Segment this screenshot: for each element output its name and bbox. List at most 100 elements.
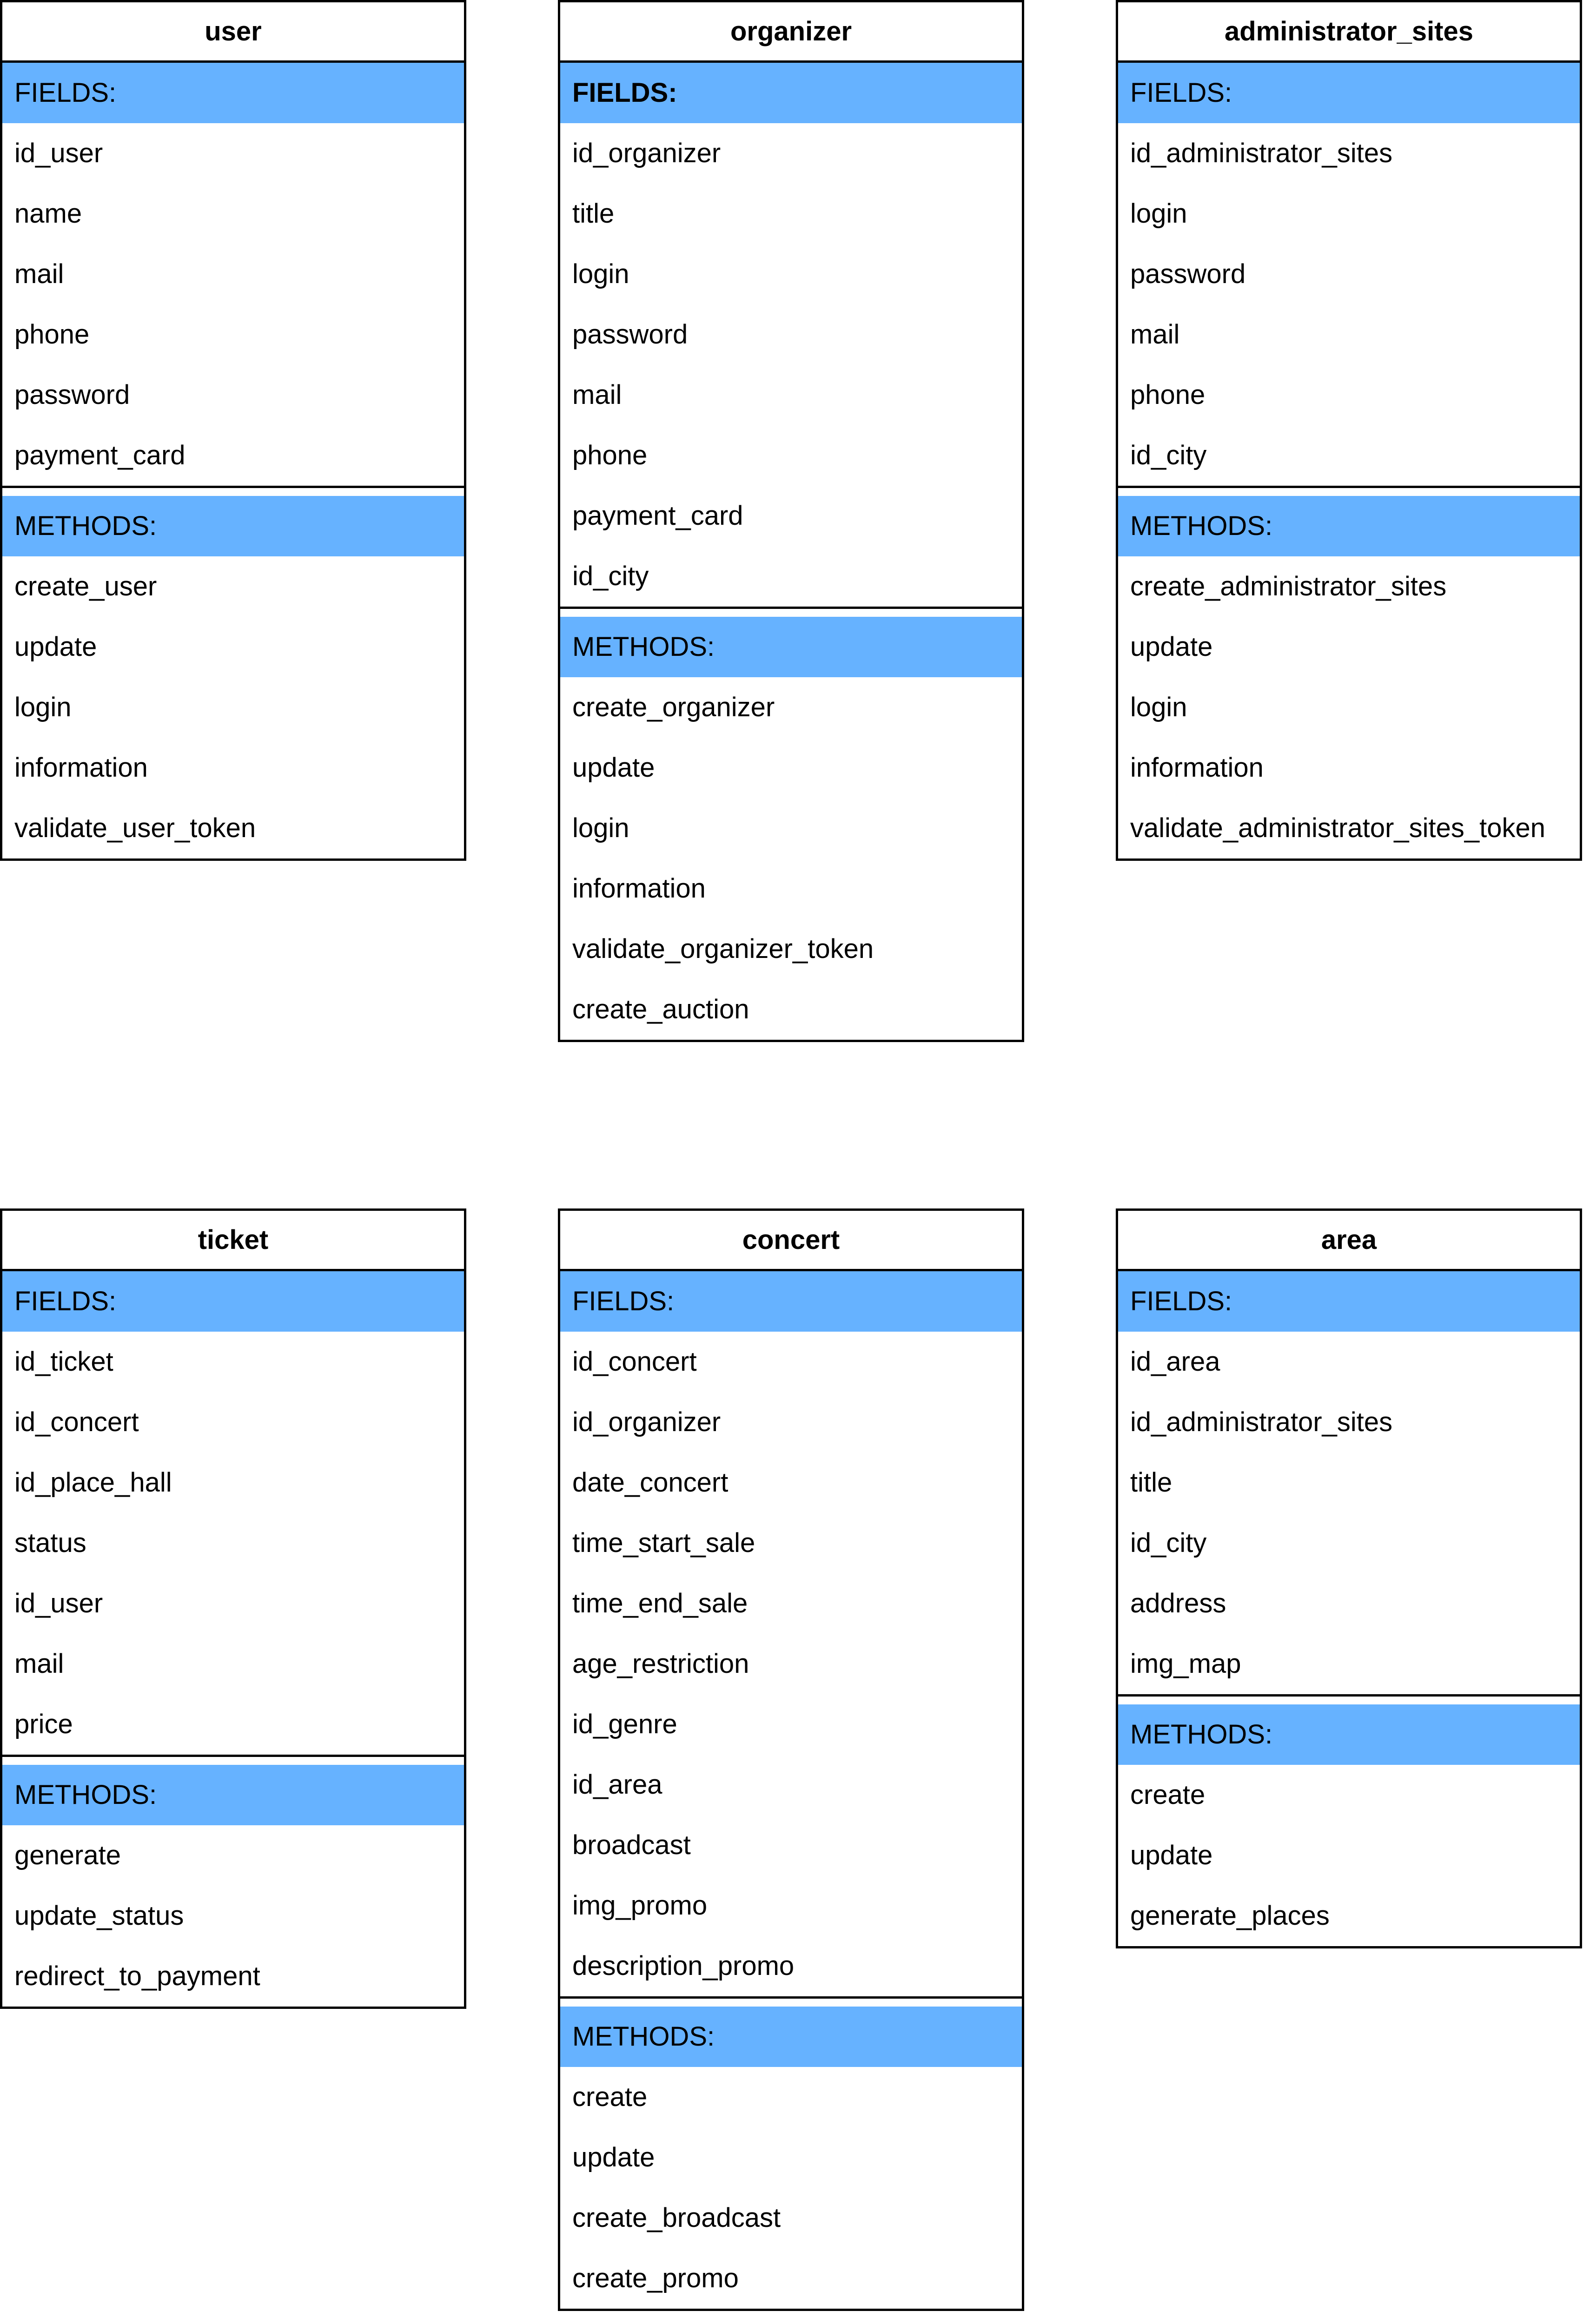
field-item[interactable]: mail (2, 1634, 464, 1694)
method-item[interactable]: create_organizer (560, 677, 1022, 738)
field-item[interactable]: id_genre (560, 1694, 1022, 1755)
method-item[interactable]: update (2, 617, 464, 677)
field-item[interactable]: id_city (1118, 425, 1580, 486)
methods-list: create update generate_places (1118, 1765, 1580, 1946)
field-item[interactable]: date_concert (560, 1452, 1022, 1513)
field-item[interactable]: id_area (560, 1755, 1022, 1815)
field-item[interactable]: img_promo (560, 1875, 1022, 1936)
method-item[interactable]: update (1118, 1825, 1580, 1886)
field-item[interactable]: id_administrator_sites (1118, 123, 1580, 184)
field-item[interactable]: price (2, 1694, 464, 1755)
method-item[interactable]: update (1118, 617, 1580, 677)
field-item[interactable]: id_concert (560, 1332, 1022, 1392)
fields-list: id_administrator_sites login password mail p… (1118, 123, 1580, 486)
fields-header: FIELDS: (1118, 1271, 1580, 1332)
class-concert[interactable]: concert FIELDS: id_concert id_organizer date… (558, 1208, 1024, 2311)
field-item[interactable]: title (1118, 1452, 1580, 1513)
method-item[interactable]: login (560, 798, 1022, 858)
section-divider (560, 1996, 1022, 1999)
field-item[interactable]: login (1118, 184, 1580, 244)
fields-list: id_user name mail phone password payment_card (2, 123, 464, 486)
field-item[interactable]: status (2, 1513, 464, 1573)
section-divider (1118, 486, 1580, 488)
fields-header: FIELDS: (1118, 63, 1580, 123)
fields-list: id_area id_administrator_sites title id_cit… (1118, 1332, 1580, 1694)
class-title: ticket (2, 1211, 464, 1271)
field-item[interactable]: id_user (2, 123, 464, 184)
field-item[interactable]: title (560, 184, 1022, 244)
field-item[interactable]: payment_card (560, 486, 1022, 546)
field-item[interactable]: address (1118, 1573, 1580, 1634)
field-item[interactable]: id_user (2, 1573, 464, 1634)
method-item[interactable]: update_status (2, 1886, 464, 1946)
field-item[interactable]: id_organizer (560, 123, 1022, 184)
methods-list: create_user update login information validat… (2, 556, 464, 858)
method-item[interactable]: validate_user_token (2, 798, 464, 858)
methods-header: METHODS: (560, 617, 1022, 677)
field-item[interactable]: phone (560, 425, 1022, 486)
method-item[interactable]: create (560, 2067, 1022, 2127)
method-item[interactable]: login (2, 677, 464, 738)
method-item[interactable]: update (560, 738, 1022, 798)
method-item[interactable]: information (1118, 738, 1580, 798)
class-user[interactable]: user FIELDS: id_user name mail phone password p… (0, 0, 466, 861)
class-title: organizer (560, 2, 1022, 63)
class-title: concert (560, 1211, 1022, 1271)
methods-list: create_administrator_sites update login inf… (1118, 556, 1580, 858)
field-item[interactable]: broadcast (560, 1815, 1022, 1875)
method-item[interactable]: information (560, 858, 1022, 919)
field-item[interactable]: id_ticket (2, 1332, 464, 1392)
method-item[interactable]: validate_organizer_token (560, 919, 1022, 979)
method-item[interactable]: update (560, 2127, 1022, 2188)
fields-header: FIELDS: (2, 63, 464, 123)
field-item[interactable]: age_restriction (560, 1634, 1022, 1694)
class-ticket[interactable]: ticket FIELDS: id_ticket id_concert id_place… (0, 1208, 466, 2009)
method-item[interactable]: create (1118, 1765, 1580, 1825)
field-item[interactable]: id_organizer (560, 1392, 1022, 1452)
class-organizer[interactable]: organizer FIELDS: id_organizer title login pa… (558, 0, 1024, 1042)
method-item[interactable]: generate_places (1118, 1886, 1580, 1946)
field-item[interactable]: time_start_sale (560, 1513, 1022, 1573)
class-administrator-sites[interactable]: administrator_sites FIELDS: id_administrat… (1116, 0, 1582, 861)
field-item[interactable]: time_end_sale (560, 1573, 1022, 1634)
fields-header: FIELDS: (560, 1271, 1022, 1332)
field-item[interactable]: id_area (1118, 1332, 1580, 1392)
methods-header: METHODS: (2, 496, 464, 556)
field-item[interactable]: phone (2, 304, 464, 365)
method-item[interactable]: create_user (2, 556, 464, 617)
field-item[interactable]: payment_card (2, 425, 464, 486)
methods-list: generate update_status redirect_to_payment (2, 1825, 464, 2007)
field-item[interactable]: id_place_hall (2, 1452, 464, 1513)
method-item[interactable]: create_broadcast (560, 2188, 1022, 2248)
class-title: user (2, 2, 464, 63)
field-item[interactable]: name (2, 184, 464, 244)
methods-header: METHODS: (1118, 1704, 1580, 1765)
method-item[interactable]: information (2, 738, 464, 798)
method-item[interactable]: create_promo (560, 2248, 1022, 2309)
method-item[interactable]: generate (2, 1825, 464, 1886)
field-item[interactable]: id_city (1118, 1513, 1580, 1573)
methods-list: create_organizer update login information va… (560, 677, 1022, 1040)
field-item[interactable]: password (1118, 244, 1580, 304)
method-item[interactable]: login (1118, 677, 1580, 738)
field-item[interactable]: id_city (560, 546, 1022, 607)
field-item[interactable]: phone (1118, 365, 1580, 425)
field-item[interactable]: mail (560, 365, 1022, 425)
field-item[interactable]: password (560, 304, 1022, 365)
field-item[interactable]: img_map (1118, 1634, 1580, 1694)
method-item[interactable]: create_administrator_sites (1118, 556, 1580, 617)
method-item[interactable]: create_auction (560, 979, 1022, 1040)
section-divider (560, 607, 1022, 609)
field-item[interactable]: description_promo (560, 1936, 1022, 1996)
fields-list: id_ticket id_concert id_place_hall status id… (2, 1332, 464, 1755)
field-item[interactable]: password (2, 365, 464, 425)
field-item[interactable]: id_concert (2, 1392, 464, 1452)
method-item[interactable]: validate_administrator_sites_token (1118, 798, 1580, 858)
field-item[interactable]: mail (2, 244, 464, 304)
field-item[interactable]: login (560, 244, 1022, 304)
class-area[interactable]: area FIELDS: id_area id_administrator_sites… (1116, 1208, 1582, 1948)
methods-header: METHODS: (1118, 496, 1580, 556)
field-item[interactable]: id_administrator_sites (1118, 1392, 1580, 1452)
field-item[interactable]: mail (1118, 304, 1580, 365)
method-item[interactable]: redirect_to_payment (2, 1946, 464, 2007)
